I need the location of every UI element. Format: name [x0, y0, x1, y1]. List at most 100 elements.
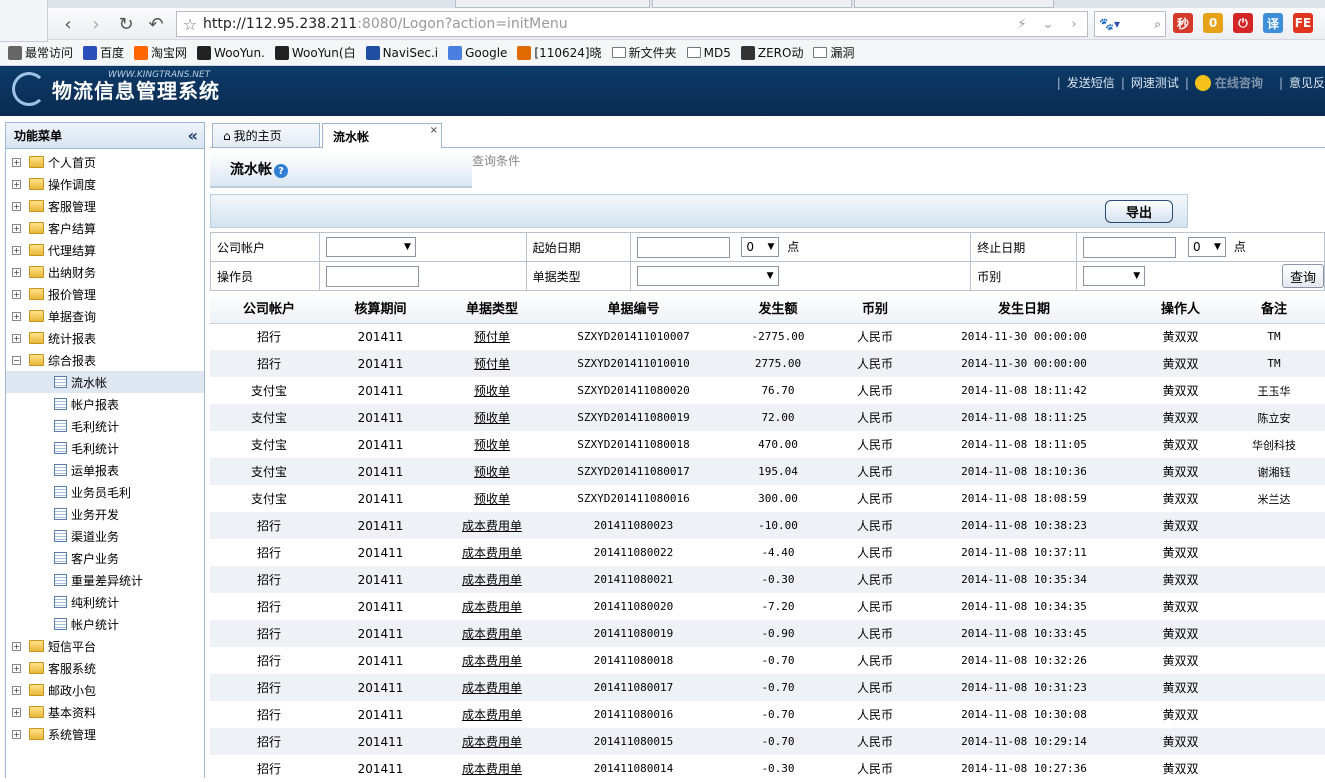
sidebar-item[interactable]: + 客户结算: [6, 217, 204, 239]
doc-type-link[interactable]: 预收单: [474, 438, 510, 452]
go-arrow-icon[interactable]: ›: [1061, 17, 1087, 32]
bookmark-item[interactable]: ZERO动: [740, 44, 803, 61]
sidebar-subitem[interactable]: 纯利统计: [6, 591, 204, 613]
company-account-select[interactable]: ▼: [325, 237, 416, 257]
doc-type-link[interactable]: 预收单: [474, 384, 510, 398]
url-text[interactable]: http://112.95.238.211:8080/Logon?action=…: [203, 16, 1009, 32]
help-icon[interactable]: ?: [274, 164, 288, 178]
doc-type-link[interactable]: 成本费用单: [462, 519, 522, 533]
expand-toggle-icon[interactable]: +: [12, 311, 21, 321]
bookmark-item[interactable]: [110624]晓: [517, 44, 602, 61]
doc-type-link[interactable]: 成本费用单: [462, 681, 522, 695]
power-icon[interactable]: ⏻: [1233, 13, 1253, 33]
qq-icon[interactable]: [1194, 74, 1211, 91]
translate-icon[interactable]: 译: [1263, 13, 1283, 33]
browser-tab[interactable]: [854, 0, 1054, 8]
bookmark-item[interactable]: 最常访问: [8, 44, 73, 61]
bookmark-item[interactable]: WooYun.: [197, 45, 265, 60]
expand-toggle-icon[interactable]: +: [12, 289, 21, 299]
expand-toggle-icon[interactable]: +: [12, 223, 21, 233]
bookmark-item[interactable]: 漏洞: [813, 44, 854, 61]
currency-select[interactable]: ▼: [1083, 266, 1146, 286]
close-icon[interactable]: ×: [430, 125, 438, 136]
start-date-input[interactable]: [636, 236, 730, 258]
online-consult-link[interactable]: 在线咨询: [1215, 74, 1263, 91]
bookmark-item[interactable]: 淘宝网: [134, 44, 187, 61]
expand-toggle-icon[interactable]: +: [12, 157, 21, 167]
browser-tab[interactable]: [455, 0, 650, 8]
expand-toggle-icon[interactable]: +: [12, 707, 21, 717]
sidebar-item[interactable]: + 客服管理: [6, 195, 204, 217]
expand-toggle-icon[interactable]: +: [12, 663, 21, 673]
doc-type-link[interactable]: 成本费用单: [462, 546, 522, 560]
sidebar-subitem[interactable]: 流水帐: [6, 371, 204, 393]
column-header[interactable]: 单据编号: [551, 293, 716, 324]
back-icon[interactable]: ‹: [56, 12, 80, 36]
doc-type-link[interactable]: 预收单: [474, 411, 510, 425]
expand-toggle-icon[interactable]: +: [12, 245, 21, 255]
column-header[interactable]: 核算期间: [328, 293, 433, 324]
doc-type-link[interactable]: 成本费用单: [462, 708, 522, 722]
tab-ledger[interactable]: 流水帐 ×: [322, 123, 442, 148]
sidebar-item[interactable]: + 客服系统: [6, 657, 204, 679]
browser-tab[interactable]: [652, 0, 852, 8]
column-header[interactable]: 发生日期: [910, 293, 1138, 324]
search-box[interactable]: 🐾▾ ⌕: [1094, 11, 1166, 37]
export-button[interactable]: 导出: [1105, 200, 1173, 223]
sidebar-subitem[interactable]: 帐户统计: [6, 613, 204, 635]
doc-type-link[interactable]: 成本费用单: [462, 654, 522, 668]
sidebar-subitem[interactable]: 毛利统计: [6, 437, 204, 459]
speed-test-link[interactable]: 网速测试: [1131, 74, 1179, 91]
expand-toggle-icon[interactable]: +: [12, 729, 21, 739]
feedback-link[interactable]: 意见反: [1289, 74, 1325, 91]
sidebar-item[interactable]: + 代理结算: [6, 239, 204, 261]
doc-type-link[interactable]: 成本费用单: [462, 573, 522, 587]
bookmark-star-icon[interactable]: ☆: [177, 15, 203, 34]
sidebar-item[interactable]: + 系统管理: [6, 723, 204, 745]
puzzle-icon[interactable]: 0: [1203, 13, 1223, 33]
start-hour-select[interactable]: 0 ▼: [741, 237, 780, 257]
column-header[interactable]: 单据类型: [433, 293, 551, 324]
sidebar-subitem[interactable]: 业务员毛利: [6, 481, 204, 503]
collapse-toggle-icon[interactable]: −: [12, 355, 21, 365]
operator-input[interactable]: [325, 265, 419, 287]
query-button[interactable]: 查询: [1282, 264, 1324, 288]
column-header[interactable]: 备注: [1223, 293, 1325, 324]
column-header[interactable]: 币别: [840, 293, 910, 324]
sidebar-item[interactable]: + 短信平台: [6, 635, 204, 657]
column-header[interactable]: 发生额: [716, 293, 840, 324]
tab-home[interactable]: ⌂ 我的主页: [212, 123, 320, 147]
dropdown-icon[interactable]: ⌄: [1035, 17, 1061, 32]
sidebar-item[interactable]: + 个人首页: [6, 151, 204, 173]
doc-type-link[interactable]: 预收单: [474, 465, 510, 479]
bookmark-item[interactable]: 新文件夹: [611, 44, 677, 61]
end-hour-select[interactable]: 0 ▼: [1187, 237, 1226, 257]
doc-type-link[interactable]: 成本费用单: [462, 627, 522, 641]
end-date-input[interactable]: [1083, 236, 1177, 258]
collapse-icon[interactable]: «: [188, 126, 198, 145]
sidebar-subitem[interactable]: 运单报表: [6, 459, 204, 481]
send-sms-link[interactable]: 发送短信: [1067, 74, 1115, 91]
expand-toggle-icon[interactable]: +: [12, 641, 21, 651]
expand-toggle-icon[interactable]: +: [12, 685, 21, 695]
column-header[interactable]: 公司帐户: [210, 293, 328, 324]
url-bar[interactable]: ☆ http://112.95.238.211:8080/Logon?actio…: [176, 11, 1088, 37]
doc-type-link[interactable]: 成本费用单: [462, 762, 522, 776]
doc-type-link[interactable]: 预付单: [474, 357, 510, 371]
lightning-icon[interactable]: ⚡: [1009, 17, 1035, 32]
sidebar-subitem[interactable]: 毛利统计: [6, 415, 204, 437]
column-header[interactable]: 操作人: [1138, 293, 1223, 324]
expand-toggle-icon[interactable]: +: [12, 179, 21, 189]
bookmark-item[interactable]: WooYun(白: [274, 44, 356, 61]
sidebar-item[interactable]: + 单据查询: [6, 305, 204, 327]
bookmark-item[interactable]: NaviSec.i: [365, 45, 438, 60]
expand-toggle-icon[interactable]: +: [12, 201, 21, 211]
expand-toggle-icon[interactable]: +: [12, 267, 21, 277]
forward-icon[interactable]: ›: [84, 12, 108, 36]
search-icon[interactable]: ⌕: [1154, 17, 1161, 32]
refresh-icon[interactable]: ↻: [114, 12, 138, 36]
weibo-icon[interactable]: 秒: [1173, 13, 1193, 33]
doc-type-link[interactable]: 成本费用单: [462, 600, 522, 614]
doc-type-link[interactable]: 成本费用单: [462, 735, 522, 749]
sidebar-item[interactable]: + 邮政小包: [6, 679, 204, 701]
